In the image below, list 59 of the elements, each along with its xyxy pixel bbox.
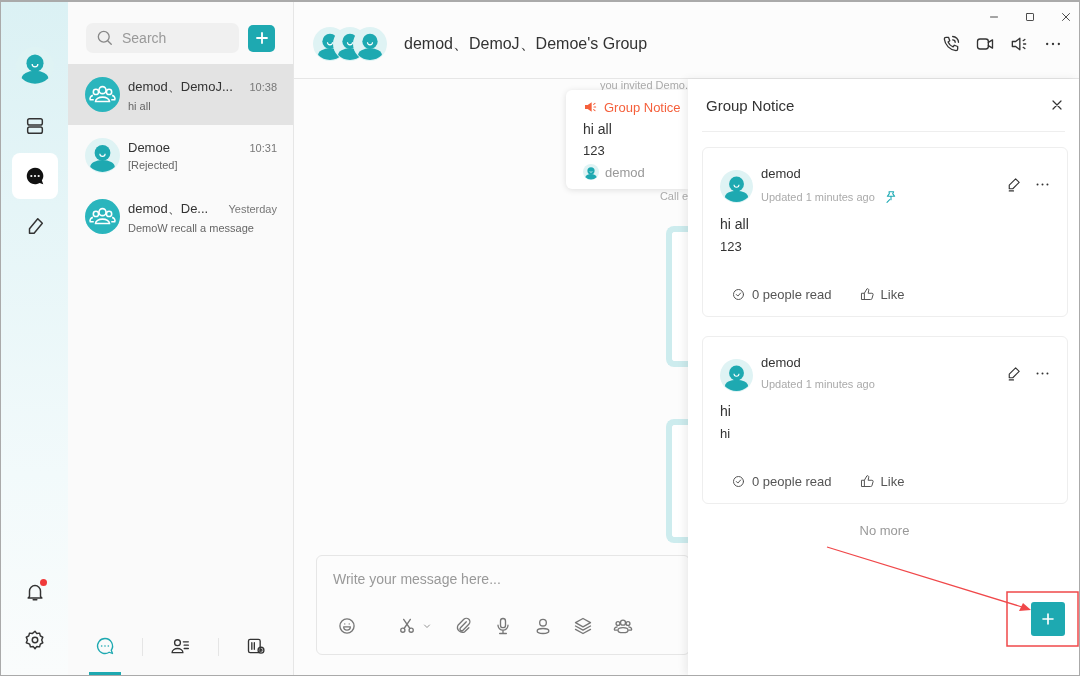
conversation-item[interactable]: demod、De... Yesterday DemoW recall a message [68, 186, 293, 247]
conversation-preview: hi all [128, 99, 152, 112]
conversation-preview: DemoW recall a message [128, 221, 255, 234]
settings-icon[interactable] [23, 629, 46, 651]
thumbs-up-icon [859, 474, 875, 489]
conversation-preview: [Rejected] [128, 159, 179, 171]
conversation-time: Yesterday [228, 202, 277, 215]
conversation-time: 10:38 [249, 80, 277, 93]
read-count: 0 people read [752, 287, 832, 302]
conversation-name: demod、DemoJ... [128, 77, 233, 96]
conversation-time: 10:31 [249, 142, 277, 154]
close-icon[interactable] [1059, 10, 1073, 24]
notice-author: demod [761, 166, 802, 181]
group-avatar [85, 77, 120, 112]
list-end-note: No more [859, 523, 910, 538]
user-avatar [353, 27, 387, 61]
like-button[interactable]: Like [859, 287, 905, 302]
user-avatar [85, 138, 120, 173]
search-field[interactable]: Search [86, 23, 239, 53]
notice-text: 123 [720, 239, 743, 254]
chat-title: demod、DemoJ、Demoe's Group [404, 33, 649, 54]
conversation-name: demod、De... [128, 199, 209, 218]
notice-text: hi all [720, 216, 750, 232]
scissors-icon[interactable] [397, 616, 417, 636]
notice-card[interactable]: Group Notice hi all 123 demod [566, 90, 688, 190]
system-note: you invited Demo. [599, 79, 688, 93]
notice-text: hi [720, 403, 732, 419]
add-button[interactable] [248, 24, 275, 52]
message-input[interactable]: Write your message here... [331, 570, 581, 588]
add-notice-button[interactable] [1031, 602, 1065, 636]
emoji-icon[interactable] [337, 616, 357, 636]
conversation-name: Demoe [128, 140, 170, 155]
notice-text: hi all [583, 121, 613, 138]
conversation-item[interactable]: demod、DemoJ... 10:38 hi all [68, 64, 293, 125]
notice-text: hi [720, 426, 732, 441]
group-avatar [85, 199, 120, 234]
user-avatar [720, 170, 753, 203]
rail-nav-button[interactable] [11, 153, 58, 199]
read-check-icon [731, 287, 746, 302]
like-button[interactable]: Like [859, 474, 905, 489]
notice-author: demod [605, 164, 645, 180]
conversation-item[interactable]: Demoe 10:31 [Rejected] [68, 125, 293, 186]
phone-icon[interactable] [941, 34, 961, 54]
thumbs-up-icon [859, 287, 875, 302]
chat-icon [94, 635, 115, 656]
notice-text: 123 [583, 143, 606, 159]
notice-title: Group Notice [604, 99, 681, 115]
notice-author: demod [761, 355, 802, 370]
read-count: 0 people read [752, 474, 832, 489]
updated-time: Updated 1 minutes ago [761, 191, 875, 203]
read-check-icon [731, 474, 746, 489]
user-avatar [583, 164, 599, 181]
search-icon [95, 28, 115, 48]
maximize-icon[interactable] [1023, 10, 1037, 24]
panel-title: Group Notice [706, 96, 795, 114]
user-avatar [720, 359, 753, 392]
system-note: Call e [659, 190, 688, 204]
layers-icon[interactable] [573, 616, 593, 636]
updated-time: Updated 1 minutes ago [761, 378, 875, 390]
